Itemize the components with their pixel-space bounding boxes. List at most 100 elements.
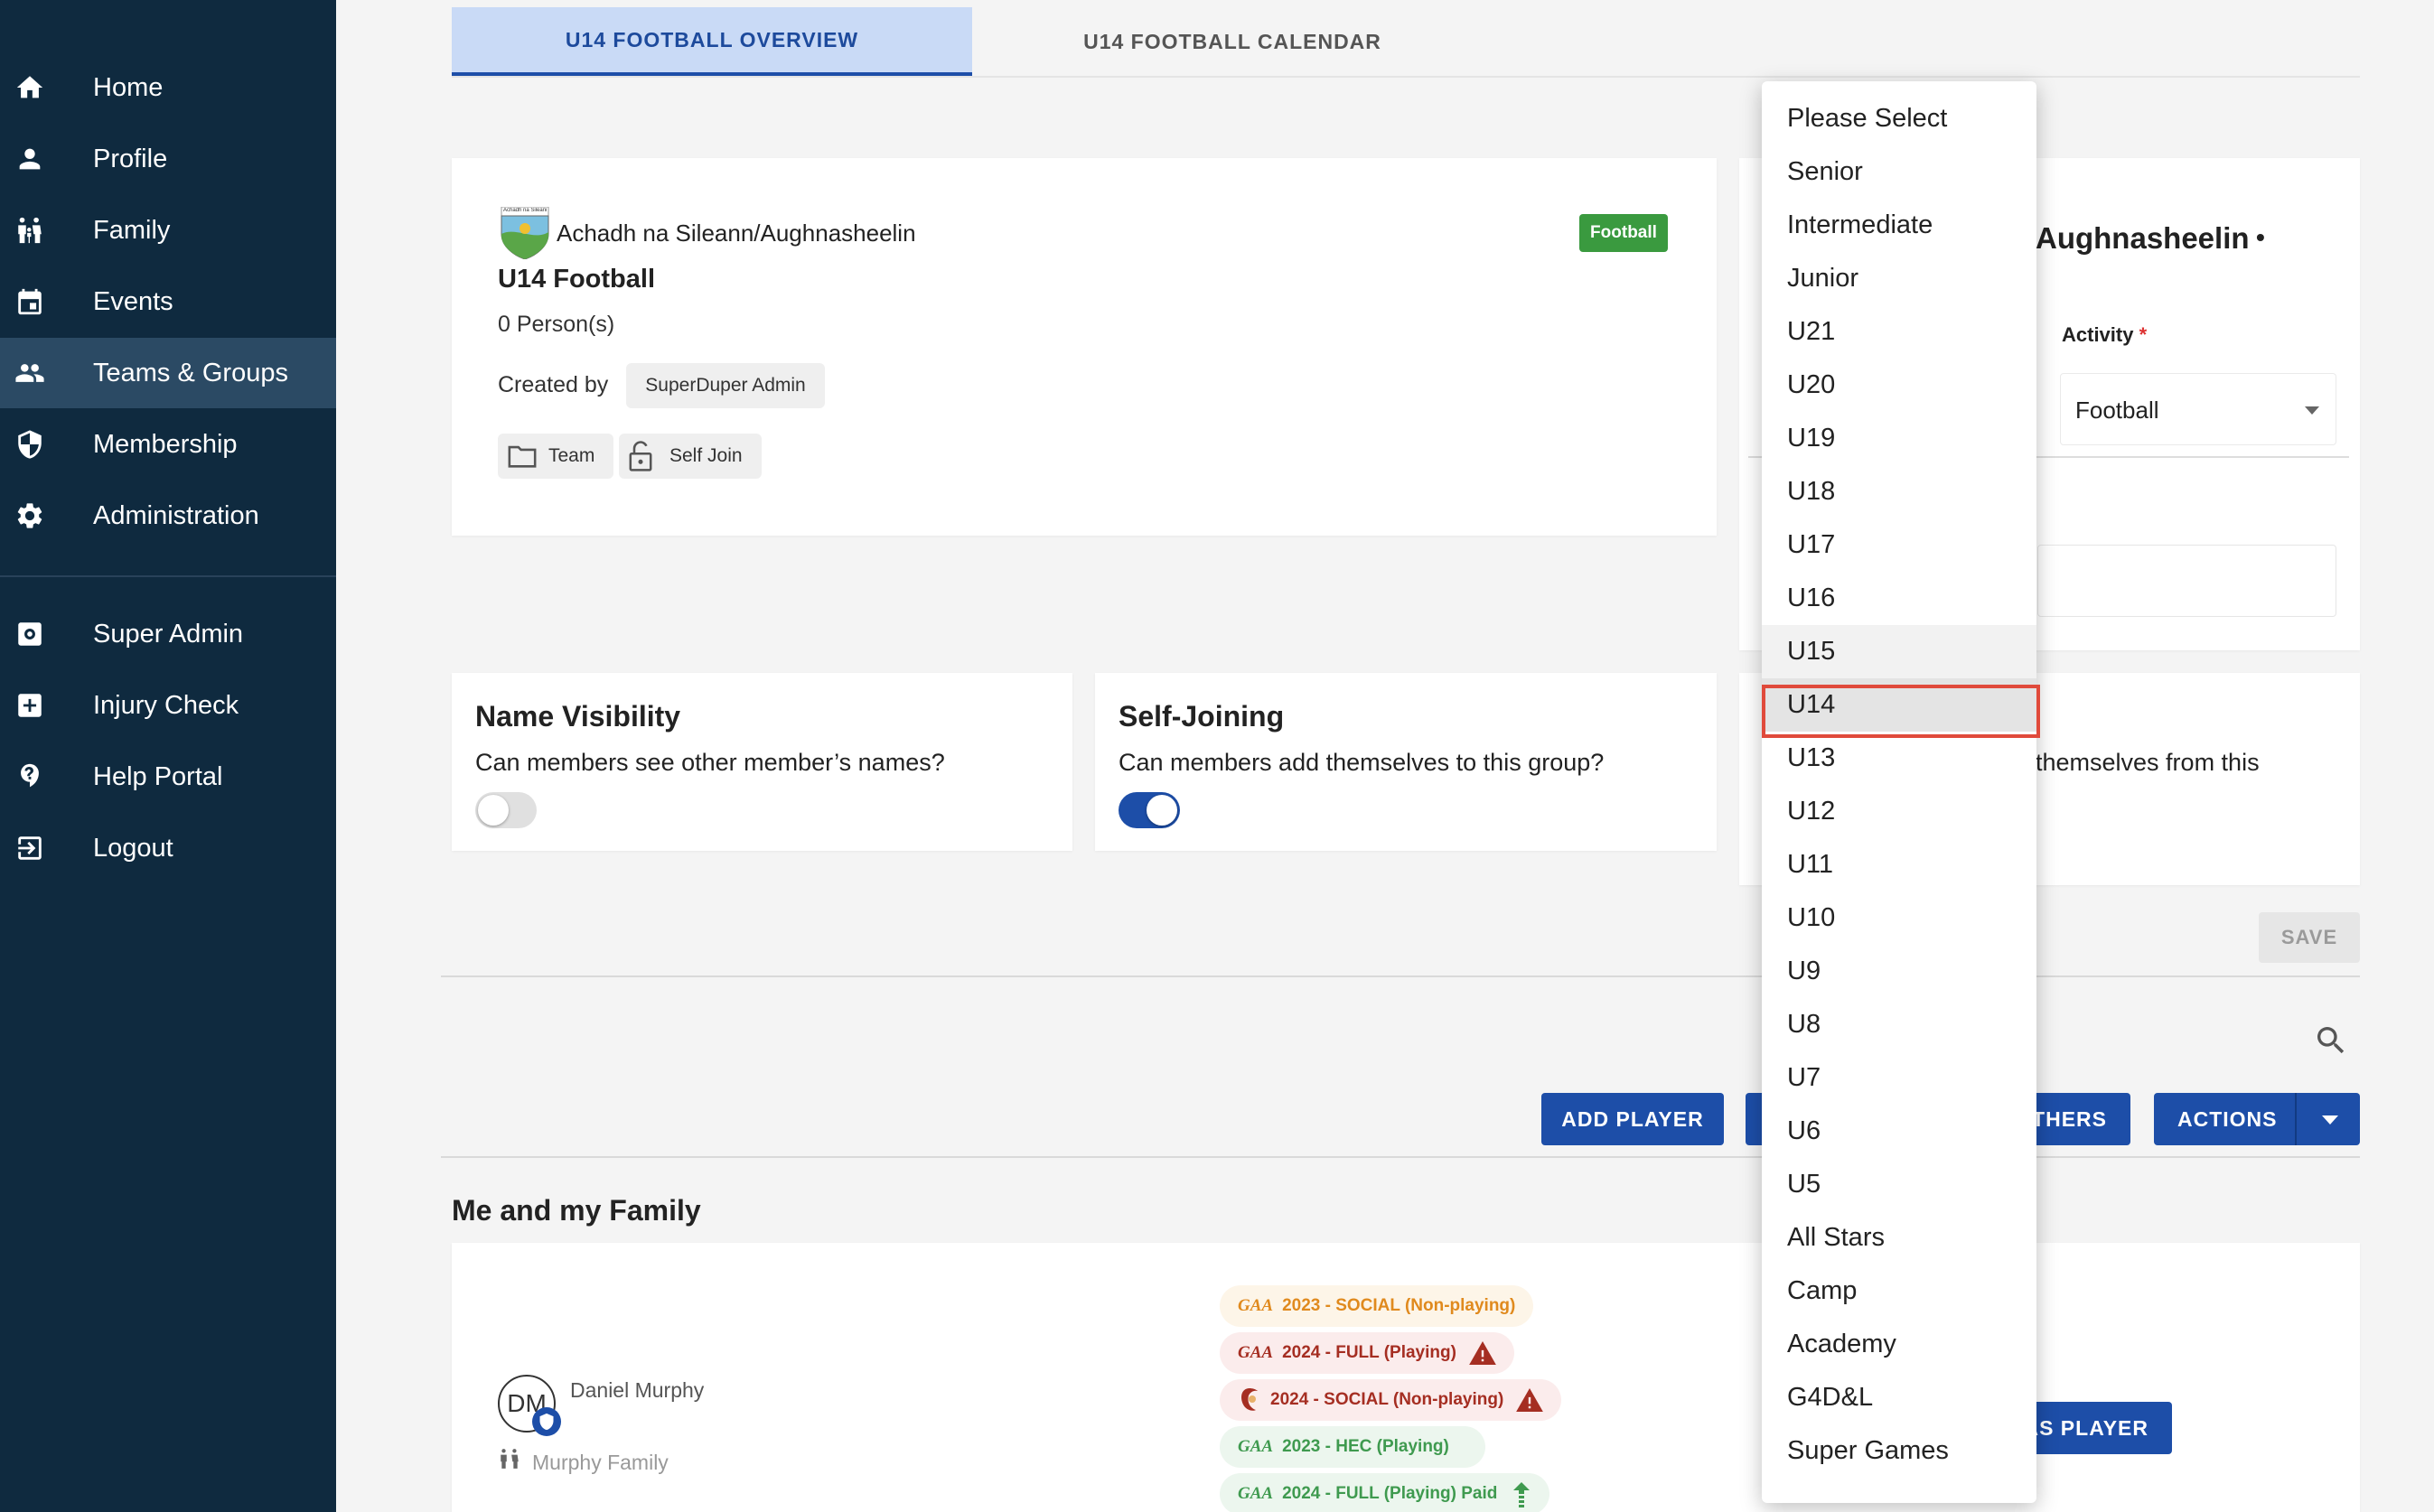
dropdown-option[interactable]: U17 xyxy=(1762,518,2036,572)
name-visibility-description: Can members see other member’s names? xyxy=(475,749,945,776)
sidebar-item-super-admin[interactable]: Super Admin xyxy=(0,599,336,669)
dropdown-option[interactable]: Senior xyxy=(1762,145,2036,199)
warning-icon xyxy=(1516,1388,1544,1412)
name-visibility-title: Name Visibility xyxy=(475,700,681,733)
membership-badge: GAA 2023 - HEC (Playing) xyxy=(1220,1426,1485,1468)
sidebar-item-label: Membership xyxy=(93,429,238,459)
dropdown-option[interactable]: U20 xyxy=(1762,359,2036,412)
tab-overview[interactable]: U14 FOOTBALL OVERVIEW xyxy=(452,7,972,76)
club-name-partial: Aughnasheelin xyxy=(2036,221,2250,255)
sidebar-item-teams-groups[interactable]: Teams & Groups xyxy=(0,338,336,408)
toggle-knob xyxy=(1147,795,1177,826)
tab-calendar[interactable]: U14 FOOTBALL CALENDAR xyxy=(972,7,1493,76)
dropdown-option[interactable]: Please Select xyxy=(1762,92,2036,145)
sidebar-item-injury-check[interactable]: Injury Check xyxy=(0,670,336,741)
dropdown-option[interactable]: U9 xyxy=(1762,945,2036,998)
sidebar-item-label: Super Admin xyxy=(93,619,244,649)
dropdown-option[interactable]: Intermediate xyxy=(1762,199,2036,252)
dropdown-option[interactable]: Academy xyxy=(1762,1318,2036,1371)
dropdown-option[interactable]: G4D&L xyxy=(1762,1371,2036,1424)
dot-separator: • xyxy=(2256,223,2265,251)
member-name: Daniel Murphy xyxy=(570,1378,705,1402)
club-logo-icon xyxy=(1238,1386,1261,1414)
upgrade-arrow-icon xyxy=(1512,1482,1531,1507)
club-name: Achadh na Sileann/Aughnasheelin xyxy=(557,219,916,247)
sidebar-item-family[interactable]: Family xyxy=(0,195,336,266)
sidebar-item-label: Profile xyxy=(93,144,168,173)
group-name: U14 Football xyxy=(498,265,656,294)
activity-select[interactable]: Football xyxy=(2060,373,2336,445)
save-button[interactable]: SAVE xyxy=(2259,912,2360,963)
sidebar-item-events[interactable]: Events xyxy=(0,266,336,337)
activity-select-value: Football xyxy=(2075,397,2159,424)
family-section-title: Me and my Family xyxy=(452,1194,701,1227)
self-leave-description-partial: themselves from this xyxy=(2036,749,2260,776)
dropdown-option[interactable]: U5 xyxy=(1762,1158,2036,1211)
actions-button-label: ACTIONS xyxy=(2177,1106,2278,1131)
sidebar-item-label: Family xyxy=(93,215,171,245)
actions-button[interactable]: ACTIONS xyxy=(2154,1093,2360,1145)
sidebar-divider xyxy=(0,575,336,577)
self-joining-toggle[interactable] xyxy=(1119,792,1180,828)
sidebar-item-administration[interactable]: Administration xyxy=(0,481,336,551)
sidebar-item-home[interactable]: Home xyxy=(0,52,336,123)
sidebar-item-logout[interactable]: Logout xyxy=(0,813,336,883)
dropdown-option[interactable]: U21 xyxy=(1762,305,2036,359)
search-icon[interactable] xyxy=(2313,1022,2349,1059)
membership-badge-text: 2024 - SOCIAL (Non-playing) xyxy=(1270,1390,1504,1409)
avatar[interactable]: DM xyxy=(498,1375,561,1436)
family-icon xyxy=(498,1447,521,1470)
description-field[interactable] xyxy=(2037,545,2336,617)
membership-badge-text: 2024 - FULL (Playing) Paid xyxy=(1282,1484,1498,1503)
dropdown-option[interactable]: U12 xyxy=(1762,785,2036,838)
membership-badge: GAA 2023 - SOCIAL (Non-playing) xyxy=(1220,1285,1534,1327)
sidebar-item-label: Help Portal xyxy=(93,761,223,791)
sidebar-item-help-portal[interactable]: Help Portal xyxy=(0,742,336,812)
membership-badge-text: 2024 - FULL (Playing) xyxy=(1282,1343,1456,1362)
dropdown-option[interactable]: U16 xyxy=(1762,572,2036,625)
activity-label: Activity * xyxy=(2062,323,2148,346)
dropdown-option-selected[interactable]: U14 xyxy=(1762,678,2036,732)
sidebar-item-label: Logout xyxy=(93,833,173,863)
dropdown-option[interactable]: U6 xyxy=(1762,1105,2036,1158)
admin-settings-icon xyxy=(13,617,47,651)
club-crest: Achadh na Sileann xyxy=(498,206,552,260)
dropdown-option[interactable]: U11 xyxy=(1762,838,2036,891)
dropdown-option[interactable]: All Stars xyxy=(1762,1211,2036,1265)
caret-down-icon[interactable] xyxy=(2322,1115,2338,1125)
dropdown-option[interactable]: U18 xyxy=(1762,465,2036,518)
calendar-icon xyxy=(13,285,47,319)
name-visibility-toggle[interactable] xyxy=(475,792,537,828)
dropdown-option[interactable]: U19 xyxy=(1762,412,2036,465)
sidebar-item-label: Events xyxy=(93,286,173,316)
activity-badge: Football xyxy=(1579,214,1668,252)
dropdown-option[interactable]: U13 xyxy=(1762,732,2036,785)
gaa-logo-icon: GAA xyxy=(1238,1296,1274,1315)
type-chip: Team xyxy=(498,434,613,479)
dropdown-option[interactable]: Super Games xyxy=(1762,1424,2036,1478)
toggle-knob xyxy=(478,795,509,826)
dropdown-option[interactable]: U15 xyxy=(1762,625,2036,678)
add-player-button[interactable]: ADD PLAYER xyxy=(1541,1093,1724,1145)
group-info-card: Achadh na Sileann Achadh na Sileann/Augh… xyxy=(452,158,1717,536)
help-icon xyxy=(13,760,47,794)
sidebar-item-profile[interactable]: Profile xyxy=(0,124,336,194)
join-chip-label: Self Join xyxy=(669,445,743,466)
type-chip-label: Team xyxy=(548,445,595,466)
self-joining-title: Self-Joining xyxy=(1119,700,1285,733)
logout-icon xyxy=(13,831,47,865)
medical-cross-icon xyxy=(13,688,47,723)
membership-badge: GAA 2024 - FULL (Playing) Paid xyxy=(1220,1473,1550,1512)
dropdown-option[interactable]: Camp xyxy=(1762,1265,2036,1318)
family-icon xyxy=(13,213,47,247)
sidebar-item-membership[interactable]: Membership xyxy=(0,409,336,480)
as-player-button[interactable]: AS PLAYER xyxy=(2017,1402,2172,1454)
dropdown-option[interactable]: U7 xyxy=(1762,1051,2036,1105)
created-by-chip: SuperDuper Admin xyxy=(626,363,825,408)
dropdown-option[interactable]: U10 xyxy=(1762,891,2036,945)
dropdown-option[interactable]: U8 xyxy=(1762,998,2036,1051)
join-chip: Self Join xyxy=(619,434,762,479)
actions-divider xyxy=(2295,1093,2297,1145)
dropdown-option[interactable]: Junior xyxy=(1762,252,2036,305)
warning-icon xyxy=(1469,1341,1496,1365)
